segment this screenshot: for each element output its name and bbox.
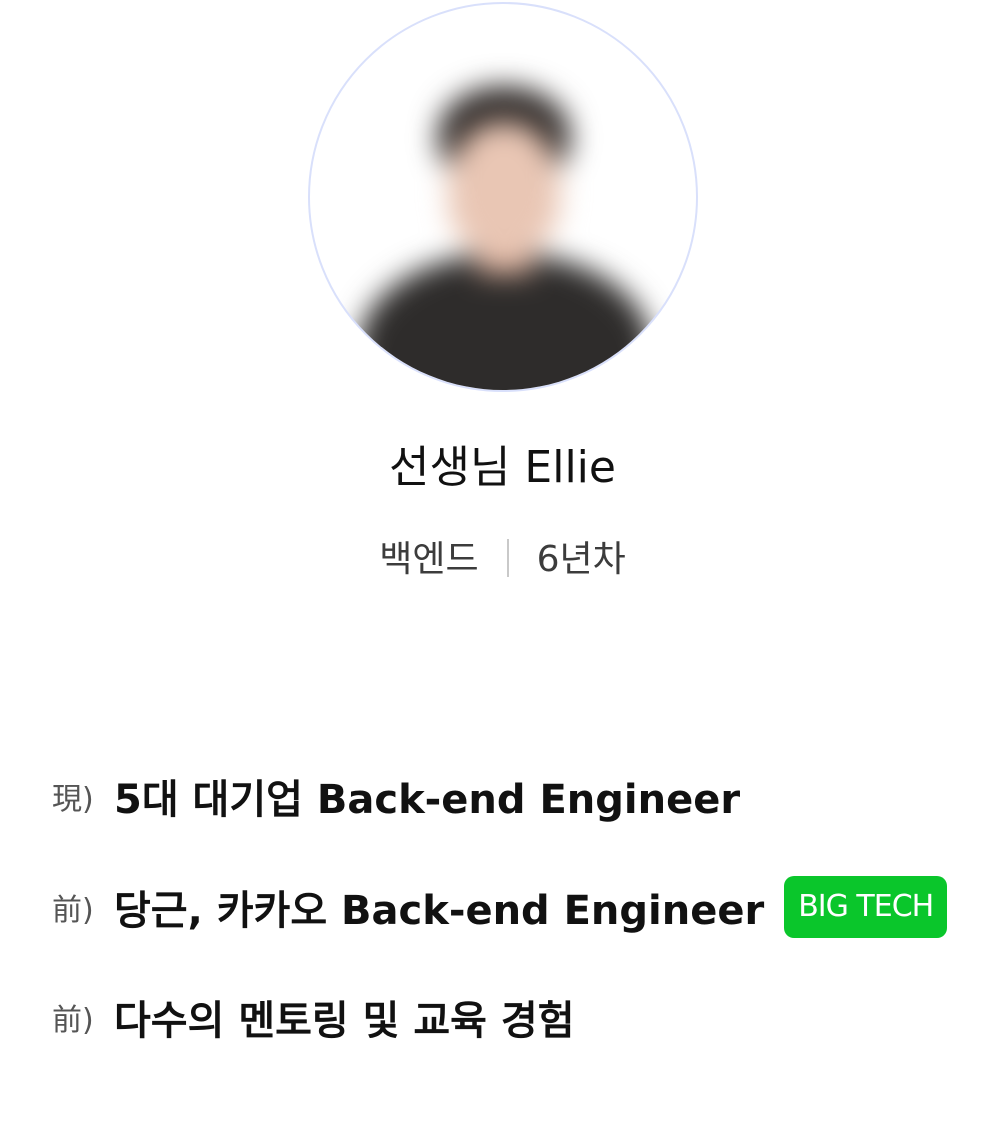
avatar	[308, 2, 698, 392]
career-prefix: 前)	[52, 1003, 94, 1038]
career-text: 당근, 카카오 Back-end Engineer	[114, 888, 765, 934]
career-prefix: 現)	[52, 782, 94, 817]
profile-experience: 6년차	[536, 539, 626, 580]
avatar-photo	[310, 4, 696, 390]
avatar-face-shape	[448, 122, 560, 260]
career-text: 5대 대기업 Back-end Engineer	[114, 777, 741, 823]
avatar-body-shape	[358, 254, 652, 390]
career-item: 前) 다수의 멘토링 및 교육 경험	[52, 986, 982, 1048]
career-prefix: 前)	[52, 893, 94, 928]
profile-meta: 백엔드 6년차	[0, 536, 1005, 584]
career-item: 現) 5대 대기업 Back-end Engineer	[52, 765, 982, 827]
big-tech-badge: BIG TECH	[784, 876, 948, 938]
profile-field: 백엔드	[379, 539, 479, 580]
profile-name: 선생님 Ellie	[389, 442, 616, 493]
career-text: 다수의 멘토링 및 교육 경험	[114, 998, 575, 1044]
career-item: 前) 당근, 카카오 Back-end Engineer BIG TECH	[52, 876, 982, 938]
meta-divider	[506, 539, 509, 577]
